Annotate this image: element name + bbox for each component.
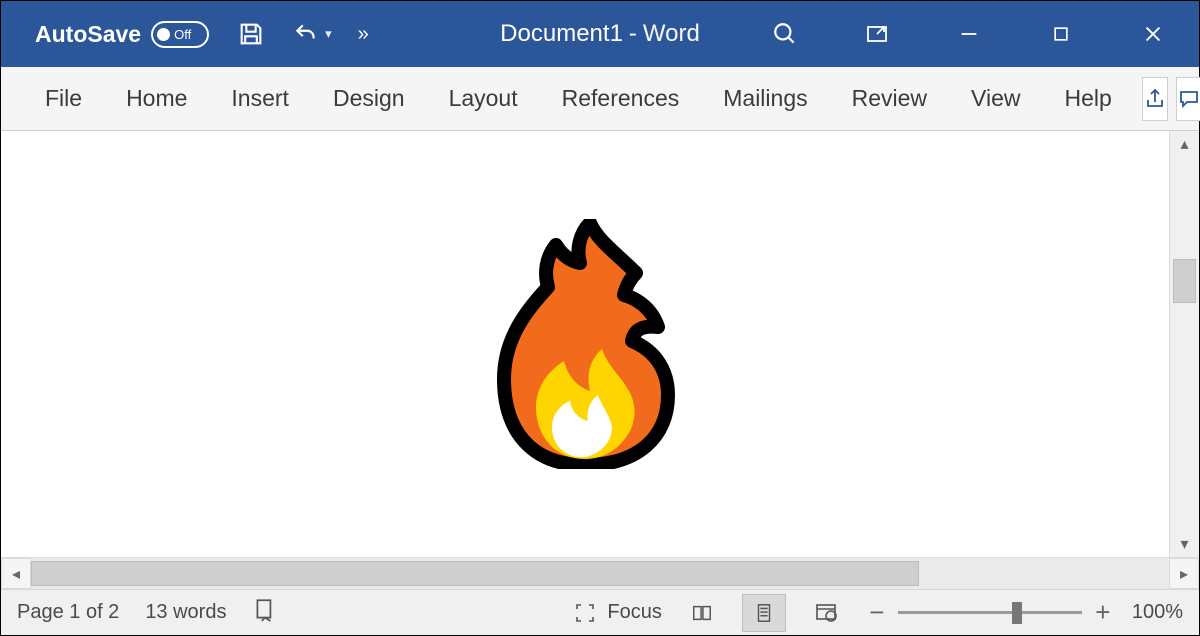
undo-button[interactable]: ▾ [291, 21, 332, 47]
hscroll-track[interactable] [31, 558, 1169, 589]
comment-icon [1177, 87, 1200, 111]
search-button[interactable] [739, 1, 831, 67]
close-button[interactable] [1107, 1, 1199, 67]
scroll-up-button[interactable]: ▴ [1170, 131, 1199, 157]
tab-layout[interactable]: Layout [427, 67, 540, 131]
chevron-down-icon: ▾ [325, 26, 332, 42]
autosave-toggle[interactable]: Off [151, 21, 209, 48]
spellcheck-icon [252, 597, 278, 623]
autosave-state: Off [174, 27, 191, 42]
quick-access-toolbar: ▾ » [237, 20, 369, 48]
zoom-in-button[interactable]: + [1092, 597, 1114, 628]
read-mode-icon [689, 602, 715, 624]
scroll-down-button[interactable]: ▾ [1170, 531, 1199, 557]
close-icon [1142, 23, 1164, 45]
zoom-slider: − + [866, 597, 1114, 628]
minimize-icon [958, 23, 980, 45]
web-layout-button[interactable] [804, 594, 848, 632]
tab-references[interactable]: References [540, 67, 702, 131]
ribbon-display-options-button[interactable] [831, 1, 923, 67]
comments-button[interactable] [1176, 77, 1200, 121]
focus-label: Focus [607, 601, 661, 624]
print-layout-icon [753, 601, 775, 625]
title-separator: - [629, 20, 637, 48]
undo-icon [291, 21, 321, 47]
minimize-button[interactable] [923, 1, 1015, 67]
tab-insert[interactable]: Insert [209, 67, 311, 131]
more-commands-button[interactable]: » [358, 23, 369, 46]
search-icon [772, 21, 798, 47]
app-name: Word [643, 20, 700, 48]
tab-design[interactable]: Design [311, 67, 427, 131]
maximize-icon [1051, 24, 1071, 44]
zoom-out-button[interactable]: − [866, 597, 888, 628]
vscroll-thumb[interactable] [1173, 259, 1196, 303]
word-count[interactable]: 13 words [145, 601, 226, 624]
tab-help[interactable]: Help [1042, 67, 1133, 131]
tab-review[interactable]: Review [830, 67, 949, 131]
window-title: Document1 - Word [500, 20, 700, 48]
hscroll-thumb[interactable] [31, 561, 919, 586]
spellcheck-button[interactable] [252, 597, 278, 629]
focus-icon [573, 601, 597, 625]
status-right: Focus − + [573, 594, 1183, 632]
status-left: Page 1 of 2 13 words [17, 597, 278, 629]
save-button[interactable] [237, 20, 265, 48]
document-name: Document1 [500, 20, 623, 48]
status-bar: Page 1 of 2 13 words Focus [1, 589, 1199, 635]
word-window: AutoSave Off ▾ » Document [1, 1, 1199, 635]
scroll-left-button[interactable]: ◂ [1, 558, 31, 589]
tab-home[interactable]: Home [104, 67, 209, 131]
share-icon [1143, 87, 1167, 111]
print-layout-button[interactable] [742, 594, 786, 632]
window-controls [739, 1, 1199, 67]
vscroll-track[interactable] [1170, 157, 1199, 531]
title-bar: AutoSave Off ▾ » Document [1, 1, 1199, 67]
maximize-button[interactable] [1015, 1, 1107, 67]
ribbon-tabs: File Home Insert Design Layout Reference… [1, 67, 1199, 131]
zoom-track[interactable] [898, 611, 1082, 614]
horizontal-scrollbar[interactable]: ◂ ▸ [1, 557, 1199, 589]
read-mode-button[interactable] [680, 594, 724, 632]
fire-icon [490, 219, 680, 469]
tab-file[interactable]: File [23, 67, 104, 131]
save-icon [237, 20, 265, 48]
tab-mailings[interactable]: Mailings [701, 67, 829, 131]
autosave-label: AutoSave [35, 21, 141, 48]
autosave-control[interactable]: AutoSave Off [1, 21, 209, 48]
document-area: ▴ ▾ [1, 131, 1199, 557]
web-layout-icon [813, 601, 839, 625]
zoom-value[interactable]: 100% [1132, 601, 1183, 624]
vertical-scrollbar[interactable]: ▴ ▾ [1169, 131, 1199, 557]
chevron-right-icon: » [358, 23, 369, 46]
toggle-dot [157, 28, 170, 41]
focus-mode-button[interactable]: Focus [573, 601, 661, 625]
scroll-right-button[interactable]: ▸ [1169, 558, 1199, 589]
page-indicator[interactable]: Page 1 of 2 [17, 601, 119, 624]
document-page[interactable] [1, 131, 1169, 557]
share-button[interactable] [1142, 77, 1168, 121]
ribbon-options-icon [865, 22, 889, 46]
zoom-thumb[interactable] [1012, 602, 1022, 624]
tab-view[interactable]: View [949, 67, 1042, 131]
